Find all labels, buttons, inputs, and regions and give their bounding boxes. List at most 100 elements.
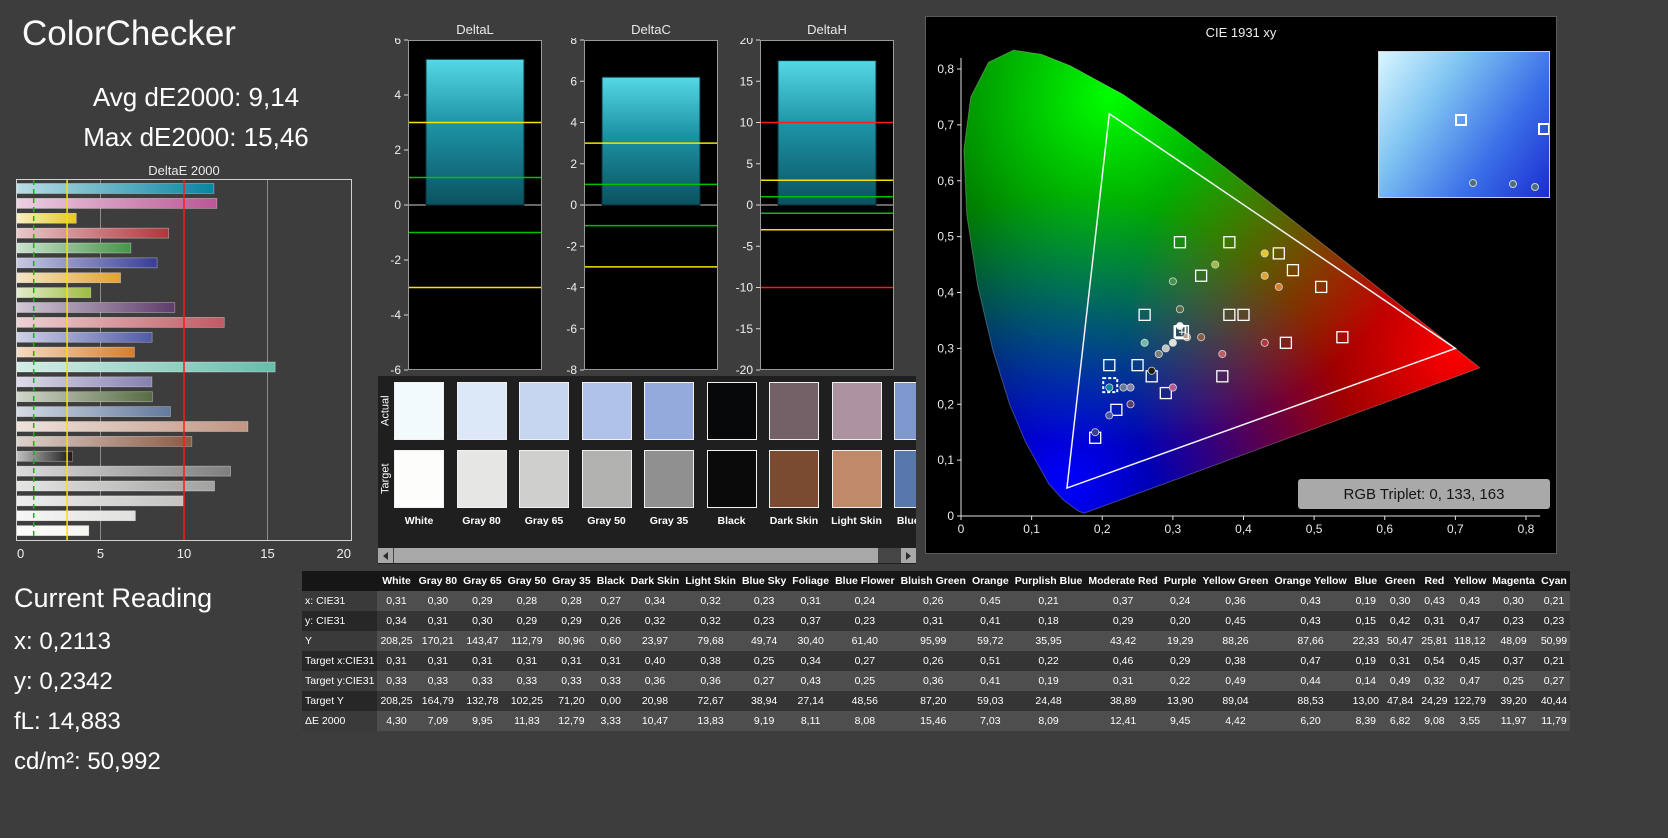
measured-marker [1154, 349, 1163, 358]
table-cell: 132,78 [460, 691, 505, 711]
table-cell: 0,45 [968, 591, 1012, 611]
table-cell: 15,46 [897, 711, 969, 731]
table-cell: 50,47 [1381, 631, 1419, 651]
table-cell: 0,21 [1011, 591, 1086, 611]
deltaE-bar-white [16, 525, 90, 536]
deltaE-bar-magenta [16, 198, 218, 209]
svg-text:0,8: 0,8 [937, 62, 954, 76]
reading-x: x: 0,2113 [14, 628, 111, 655]
scrollbar-thumb[interactable] [394, 548, 878, 563]
table-cell: 0,31 [415, 611, 461, 631]
table-cell: 0,43 [1450, 591, 1490, 611]
table-cell: 89,04 [1199, 691, 1272, 711]
scroll-left-icon [383, 551, 388, 560]
table-cell: 0,47 [1271, 651, 1350, 671]
swatch-label: White [404, 515, 434, 527]
svg-text:0,2: 0,2 [1094, 522, 1111, 536]
deltaE-bar-blue [16, 257, 158, 269]
svg-text:10: 10 [740, 116, 754, 130]
colorchecker-window: { "header": { "title": "ColorChecker", "… [0, 0, 1668, 838]
table-cell: 0,31 [377, 651, 416, 671]
table-cell: 38,94 [738, 691, 790, 711]
svg-text:10: 10 [177, 546, 191, 561]
swatch-target-gray-65 [519, 450, 569, 508]
table-cell: 0,46 [1085, 651, 1161, 671]
svg-text:0,2: 0,2 [937, 397, 954, 411]
table-cell: 0,33 [549, 671, 594, 691]
table-cell: 22,33 [1349, 631, 1382, 651]
table-cell: 0,23 [1537, 611, 1571, 631]
swatch-label: Black [717, 515, 746, 527]
table-cell: 71,20 [549, 691, 594, 711]
column-header: Black [593, 571, 628, 591]
svg-text:4: 4 [570, 116, 577, 130]
svg-text:0: 0 [958, 522, 965, 536]
measured-marker [1168, 338, 1177, 347]
deltaC-chart: 8 6 4 2 0 -2 -4 -6 -8 [542, 33, 720, 379]
table-cell: 0,31 [789, 591, 833, 611]
cie1931-panel: CIE 1931 xy RGB Triplet: 0, 133, 163 0 0,… [925, 16, 1557, 554]
avg-de2000-readout: Avg dE2000: 9,14 [92, 82, 300, 112]
svg-text:4: 4 [394, 88, 401, 102]
table-cell: 0,33 [377, 671, 416, 691]
table-cell: 95,99 [897, 631, 969, 651]
table-cell: 13,90 [1160, 691, 1200, 711]
vchartC-bar [601, 76, 701, 206]
measured-marker [1091, 428, 1100, 437]
table-cell: 0,31 [897, 611, 969, 631]
table-cell: 20,98 [627, 691, 683, 711]
svg-text:-2: -2 [390, 253, 401, 267]
table-cell: 40,44 [1537, 691, 1571, 711]
table-cell: 9,45 [1160, 711, 1200, 731]
deltaE-bar-orange [16, 346, 135, 358]
table-cell: 0,19 [1349, 591, 1382, 611]
measured-marker [1126, 400, 1135, 409]
table-cell: 79,68 [682, 631, 739, 651]
table-cell: 43,42 [1085, 631, 1161, 651]
table-cell: 6,20 [1271, 711, 1350, 731]
deltaE-bar-bluish-green [16, 361, 276, 373]
deltaE-bar-purplish-blue [16, 331, 153, 343]
swatch-actual-black [706, 382, 757, 440]
swatch-label: Light Skin [831, 515, 882, 527]
scroll-right-button[interactable] [901, 548, 916, 563]
table-cell: 88,53 [1271, 691, 1350, 711]
table-cell: 0,31 [593, 651, 628, 671]
svg-text:0: 0 [17, 546, 24, 561]
measured-marker [1175, 305, 1184, 314]
table-cell: 4,42 [1199, 711, 1272, 731]
measured-marker [1168, 383, 1177, 392]
table-cell: 0,14 [1349, 671, 1382, 691]
measured-marker [1119, 383, 1128, 392]
table-cell: 12,41 [1085, 711, 1161, 731]
scroll-left-button[interactable] [378, 548, 393, 563]
swatch-scrollbar[interactable] [378, 548, 916, 563]
vchartH-bar [777, 60, 877, 206]
table-cell: 23,97 [627, 631, 683, 651]
measured-marker [1260, 338, 1269, 347]
table-row: y: CIE31 0,34 0,31 0,30 0,29 0,29 0,26 0,32 0,32… [302, 611, 1571, 631]
deltaH-chart: 20 15 10 5 0 -5 -10 -15 -20 [718, 33, 896, 379]
measurement-table: White Gray 80 Gray 65 Gray 50 Gray 35 Black Da… [302, 571, 1571, 731]
table-cell: 0,43 [1271, 611, 1350, 631]
table-cell: 0,45 [1199, 611, 1272, 631]
table-cell: 0,25 [832, 671, 898, 691]
column-header: Green [1381, 571, 1419, 591]
table-cell: 0,22 [1011, 651, 1086, 671]
swatch-label: Gray 50 [587, 515, 626, 527]
table-cell: 0,34 [789, 651, 833, 671]
table-cell: 0,44 [1271, 671, 1350, 691]
table-cell: 8,09 [1011, 711, 1086, 731]
table-cell: 0,43 [789, 671, 833, 691]
table-cell: 0,31 [1418, 611, 1451, 631]
swatch-target-blue-sky [894, 450, 916, 508]
swatch-actual-gray-65 [519, 382, 569, 440]
column-header: Foliage [789, 571, 833, 591]
column-header: Orange [968, 571, 1012, 591]
table-cell: 87,20 [897, 691, 969, 711]
svg-text:20: 20 [337, 546, 351, 561]
table-cell: 6,82 [1381, 711, 1419, 731]
table-cell: 0,33 [415, 671, 461, 691]
table-cell: 0,43 [1418, 591, 1451, 611]
table-cell: 35,95 [1011, 631, 1086, 651]
